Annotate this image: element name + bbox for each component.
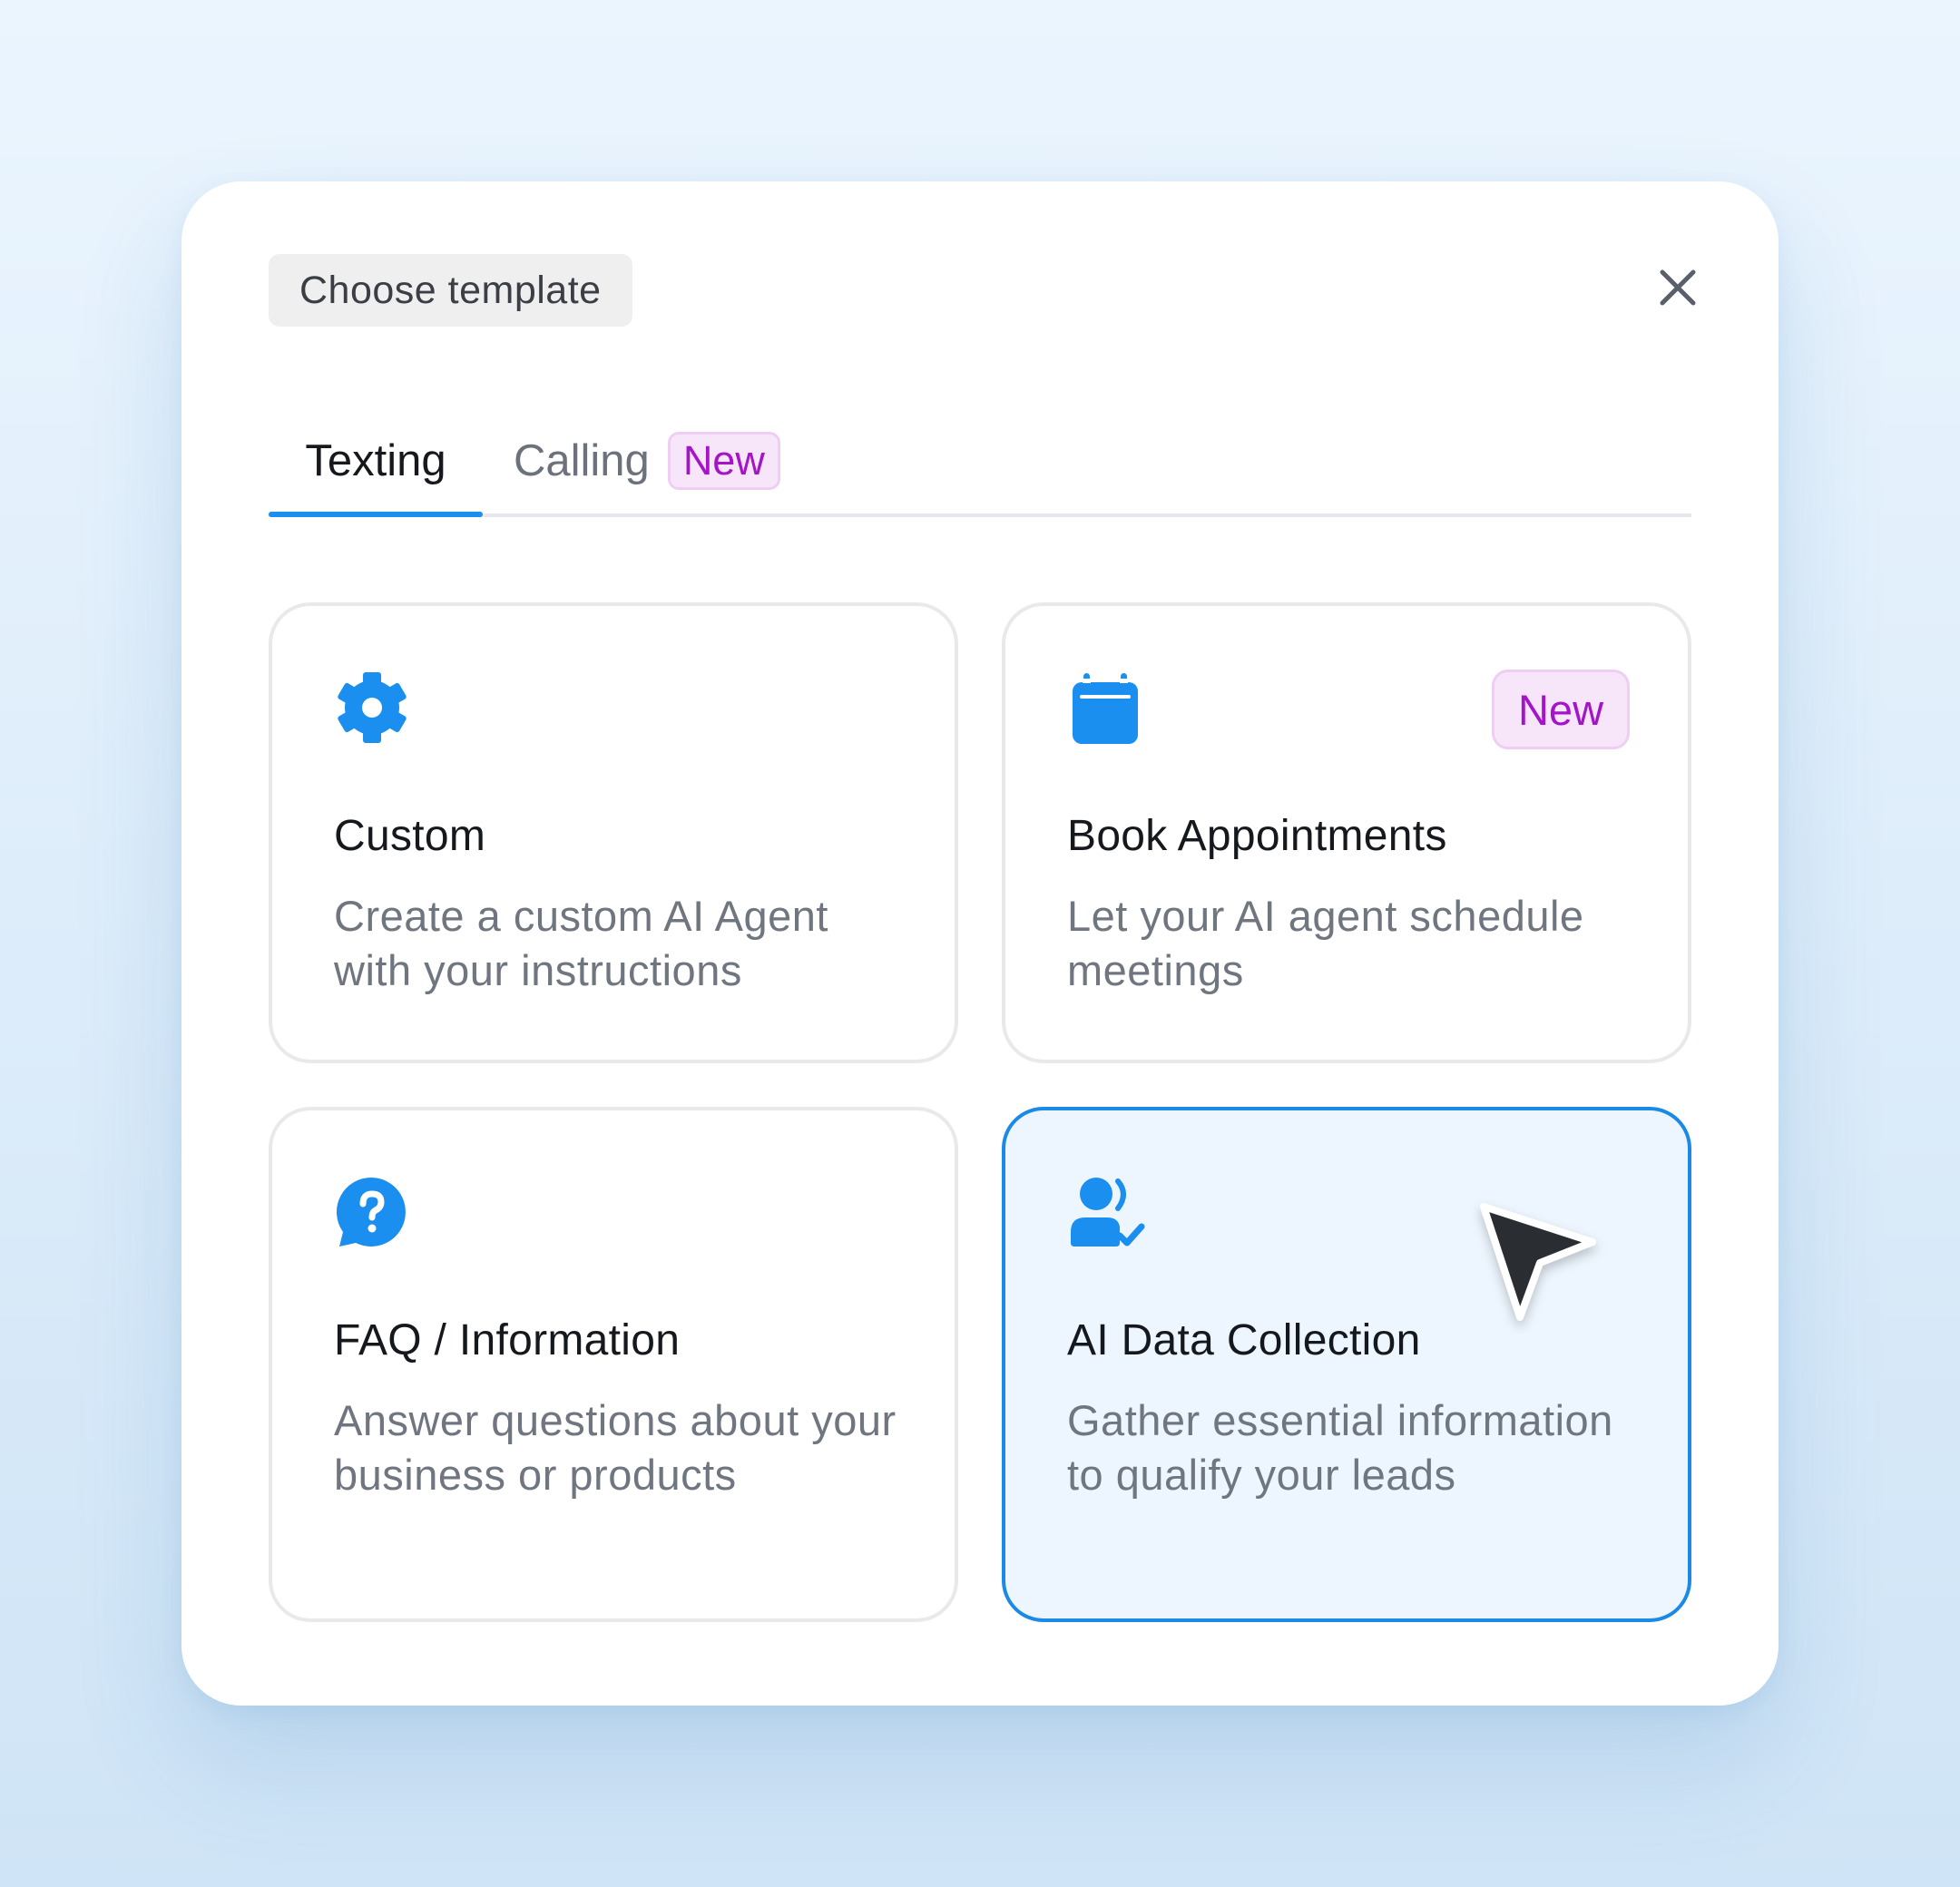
- gear-icon: [334, 670, 410, 746]
- calendar-icon: [1067, 670, 1143, 746]
- card-description: Gather essential information to qualify …: [1067, 1396, 1613, 1499]
- new-badge: New: [1492, 670, 1630, 749]
- new-badge: New: [667, 432, 780, 490]
- close-button[interactable]: [1648, 258, 1708, 318]
- template-card-book-appointments[interactable]: New Book Appointments Let your AI agent …: [1002, 602, 1691, 1063]
- active-tab-indicator: [269, 512, 483, 517]
- tab-texting[interactable]: Texting: [269, 408, 483, 517]
- tab-texting-label: Texting: [305, 436, 446, 485]
- template-card-custom[interactable]: Custom Create a custom AI Agent with you…: [269, 602, 958, 1063]
- template-card-ai-data-collection[interactable]: AI Data Collection Gather essential info…: [1002, 1107, 1691, 1622]
- card-title: Custom: [334, 812, 486, 860]
- template-card-faq[interactable]: FAQ / Information Answer questions about…: [269, 1107, 958, 1622]
- tab-calling-label: Calling: [514, 436, 650, 485]
- card-description: Create a custom AI Agent with your instr…: [334, 892, 828, 994]
- choose-template-dialog: Choose template Texting Calling New Cust…: [181, 181, 1779, 1706]
- user-check-icon: [1067, 1174, 1145, 1250]
- card-description: Answer questions about your business or …: [334, 1396, 897, 1499]
- template-tabs: Texting Calling New: [269, 408, 1691, 517]
- mouse-pointer-icon: [1470, 1198, 1606, 1334]
- tab-calling[interactable]: Calling New: [514, 408, 780, 513]
- question-chat-icon: [334, 1174, 410, 1250]
- card-title: Book Appointments: [1067, 812, 1447, 860]
- card-description: Let your AI agent schedule meetings: [1067, 892, 1584, 994]
- close-icon: [1660, 269, 1696, 306]
- card-title: AI Data Collection: [1067, 1316, 1421, 1364]
- dialog-title: Choose template: [269, 254, 632, 327]
- card-title: FAQ / Information: [334, 1316, 681, 1364]
